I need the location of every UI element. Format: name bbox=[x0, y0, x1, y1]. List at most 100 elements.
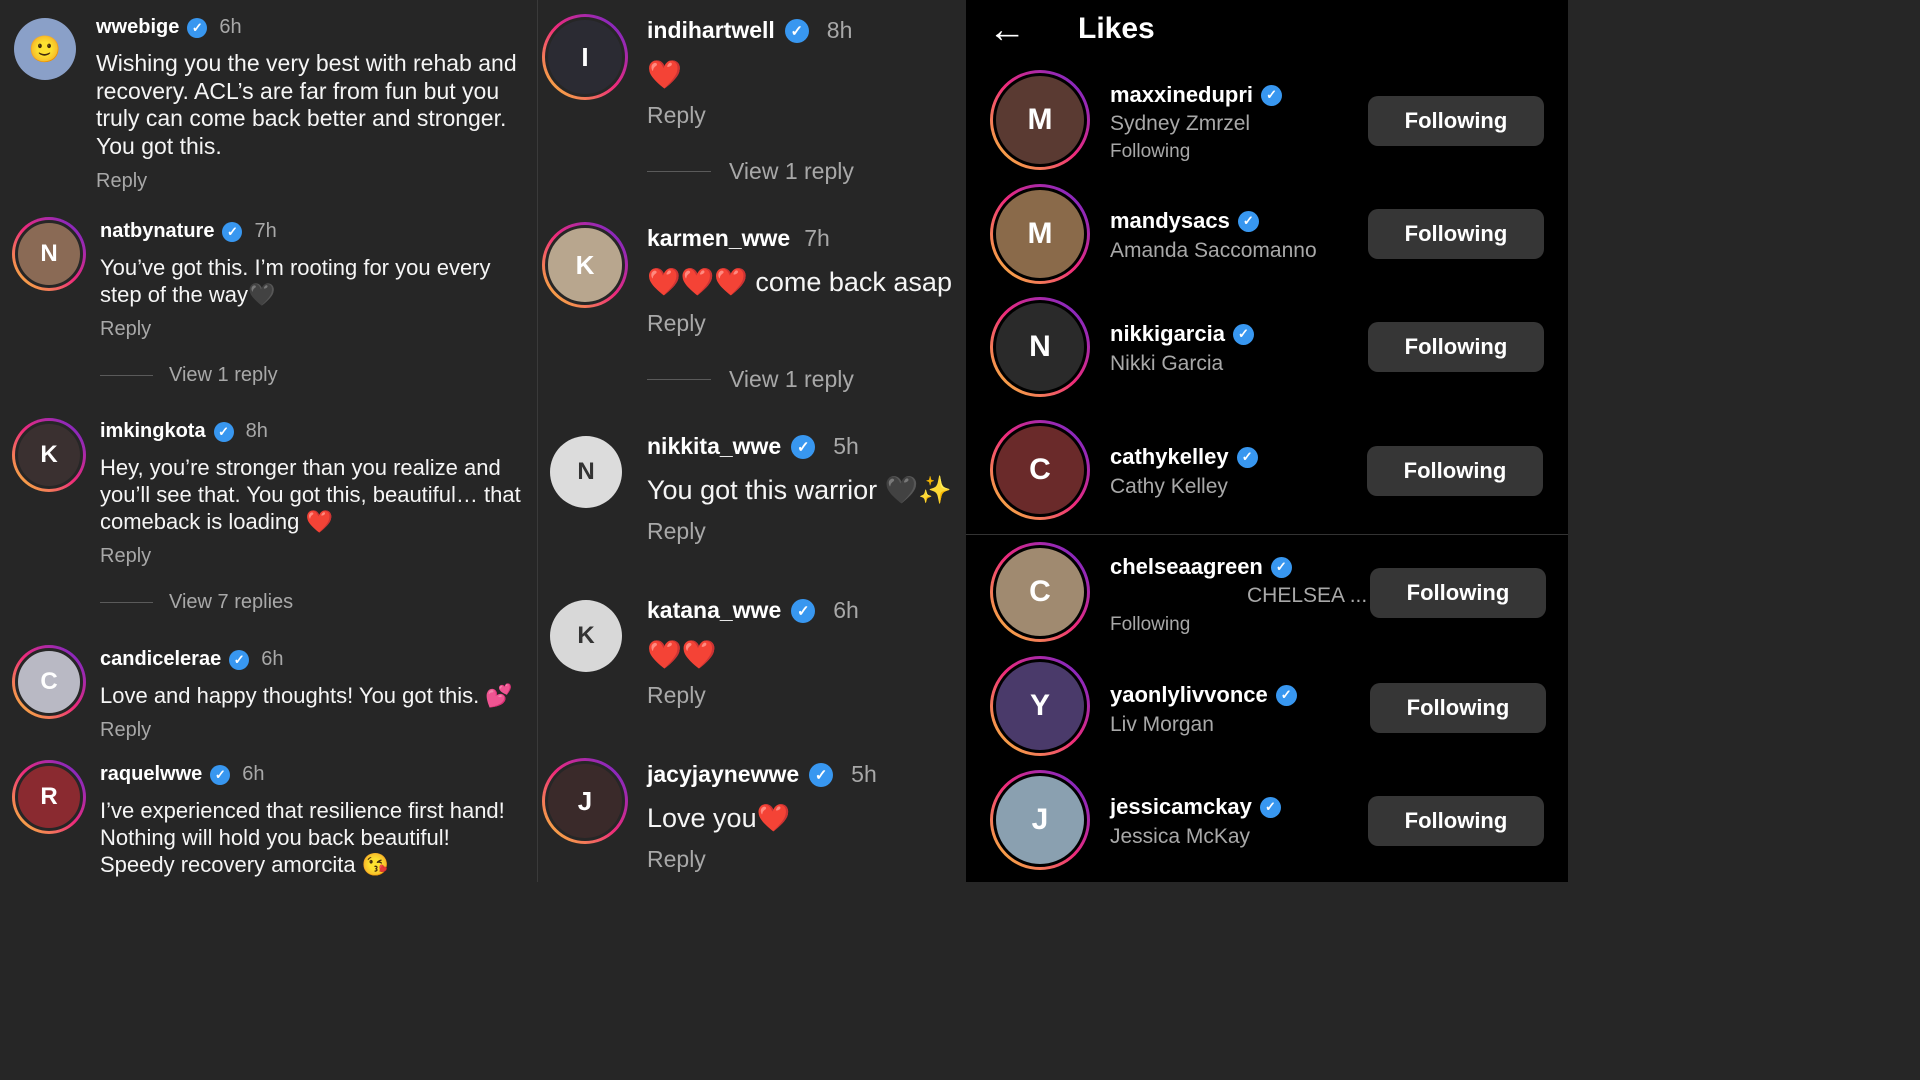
reply-button[interactable]: Reply bbox=[647, 682, 706, 709]
comment-username[interactable]: karmen_wwe bbox=[647, 225, 790, 252]
view-replies-button[interactable]: View 1 reply bbox=[647, 366, 854, 393]
arrow-left-icon[interactable]: ← bbox=[988, 10, 1026, 50]
comment-header: indihartwell ✓ 8h bbox=[647, 17, 852, 44]
like-username[interactable]: yaonlylivvonce bbox=[1110, 682, 1268, 708]
comment-username[interactable]: raquelwwe bbox=[100, 763, 202, 786]
avatar[interactable]: K bbox=[12, 418, 86, 492]
like-full-name: Amanda Saccomanno bbox=[1110, 239, 1317, 262]
following-button[interactable]: Following bbox=[1367, 446, 1543, 496]
avatar[interactable]: N bbox=[550, 436, 622, 508]
reply-button[interactable]: Reply bbox=[100, 719, 151, 742]
like-full-name: Liv Morgan bbox=[1110, 713, 1214, 736]
like-username-row: nikkigarcia ✓ bbox=[1110, 321, 1254, 347]
comment-username[interactable]: wwebige bbox=[96, 16, 179, 39]
avatar[interactable]: I bbox=[542, 14, 628, 100]
comment-header: imkingkota ✓ 8h bbox=[100, 420, 268, 443]
like-username[interactable]: mandysacs bbox=[1110, 208, 1230, 234]
comment-username[interactable]: natbynature bbox=[100, 220, 214, 243]
like-full-name: Cathy Kelley bbox=[1110, 475, 1228, 498]
comment-username[interactable]: katana_wwe bbox=[647, 597, 781, 624]
likes-list-item[interactable]: C cathykelley ✓ Cathy Kelley Following bbox=[966, 420, 1568, 525]
view-replies-label: View 1 reply bbox=[729, 366, 854, 392]
avatar[interactable]: R bbox=[12, 760, 86, 834]
verified-badge-icon: ✓ bbox=[1232, 323, 1254, 345]
verified-badge-icon: ✓ bbox=[1275, 684, 1297, 706]
comment-header: candicelerae ✓ 6h bbox=[100, 648, 283, 671]
avatar[interactable]: K bbox=[550, 600, 622, 672]
comment-time: 7h bbox=[804, 225, 830, 251]
comment-username[interactable]: candicelerae bbox=[100, 648, 221, 671]
comment-header: nikkita_wwe ✓ 5h bbox=[647, 433, 859, 460]
likes-list-item[interactable]: M maxxinedupri ✓ Sydney Zmrzel Following… bbox=[966, 70, 1568, 175]
likes-list-item[interactable]: Y yaonlylivvonce ✓ Liv Morgan Following bbox=[966, 656, 1568, 761]
avatar[interactable]: N bbox=[990, 297, 1090, 397]
following-button[interactable]: Following bbox=[1368, 209, 1544, 259]
reply-button[interactable]: Reply bbox=[647, 846, 706, 873]
like-username-row: mandysacs ✓ bbox=[1110, 208, 1259, 234]
likes-list-item[interactable]: J jessicamckay ✓ Jessica McKay Following bbox=[966, 770, 1568, 875]
likes-list-item[interactable]: N nikkigarcia ✓ Nikki Garcia Following bbox=[966, 297, 1568, 402]
view-replies-label: View 1 reply bbox=[169, 364, 278, 386]
reply-button[interactable]: Reply bbox=[100, 318, 151, 341]
view-replies-label: View 1 reply bbox=[729, 158, 854, 184]
view-replies-button[interactable]: View 1 reply bbox=[100, 364, 278, 387]
avatar[interactable]: 🙂 bbox=[14, 18, 76, 80]
comment-username[interactable]: imkingkota bbox=[100, 420, 206, 443]
avatar[interactable]: M bbox=[990, 184, 1090, 284]
page-title: Likes bbox=[1078, 12, 1155, 45]
verified-badge-icon: ✓ bbox=[809, 762, 834, 787]
avatar[interactable]: Y bbox=[990, 656, 1090, 756]
verified-badge-icon: ✓ bbox=[791, 434, 816, 459]
reply-button[interactable]: Reply bbox=[647, 310, 706, 337]
comment-time: 8h bbox=[245, 420, 268, 442]
comment-username[interactable]: indihartwell bbox=[647, 17, 775, 44]
like-following-label: Following bbox=[1110, 614, 1191, 635]
avatar[interactable]: C bbox=[12, 645, 86, 719]
reply-button[interactable]: Reply bbox=[100, 545, 151, 568]
comments-column-middle: I indihartwell ✓ 8h ❤️ Reply View 1 repl… bbox=[538, 0, 966, 882]
like-username[interactable]: chelseaagreen bbox=[1110, 554, 1263, 580]
comment-text: ❤️❤️❤️ come back asap bbox=[647, 267, 952, 297]
avatar[interactable]: K bbox=[542, 222, 628, 308]
comment-text: ❤️❤️ bbox=[647, 639, 717, 670]
comment-time: 6h bbox=[219, 16, 242, 38]
like-username[interactable]: maxxinedupri bbox=[1110, 82, 1253, 108]
following-button[interactable]: Following bbox=[1370, 568, 1546, 618]
likes-list-item[interactable]: M mandysacs ✓ Amanda Saccomanno Followin… bbox=[966, 184, 1568, 289]
likes-list-item[interactable]: C chelseaagreen ✓ CHELSEA ... Following … bbox=[966, 542, 1568, 647]
avatar[interactable]: N bbox=[12, 217, 86, 291]
comment-username[interactable]: nikkita_wwe bbox=[647, 433, 781, 460]
like-username[interactable]: nikkigarcia bbox=[1110, 321, 1225, 347]
divider bbox=[100, 602, 153, 603]
avatar[interactable]: C bbox=[990, 542, 1090, 642]
following-button[interactable]: Following bbox=[1370, 683, 1546, 733]
comment-text: Hey, you’re stronger than you realize an… bbox=[100, 455, 521, 534]
following-button[interactable]: Following bbox=[1368, 96, 1544, 146]
view-replies-button[interactable]: View 7 replies bbox=[100, 591, 293, 614]
comment-time: 6h bbox=[242, 763, 265, 785]
like-username-row: cathykelley ✓ bbox=[1110, 444, 1258, 470]
like-full-name: Jessica McKay bbox=[1110, 825, 1251, 848]
like-username-row: jessicamckay ✓ bbox=[1110, 794, 1281, 820]
view-replies-label: View 7 replies bbox=[169, 591, 294, 613]
comment-text: Love and happy thoughts! You got this. 💕 bbox=[100, 683, 513, 708]
like-full-name: Nikki Garcia bbox=[1110, 352, 1224, 375]
like-username[interactable]: jessicamckay bbox=[1110, 794, 1252, 820]
view-replies-button[interactable]: View 1 reply bbox=[647, 158, 854, 185]
comment-time: 5h bbox=[851, 761, 877, 787]
like-username[interactable]: cathykelley bbox=[1110, 444, 1229, 470]
avatar[interactable]: J bbox=[542, 758, 628, 844]
reply-button[interactable]: Reply bbox=[647, 518, 706, 545]
reply-button[interactable]: Reply bbox=[96, 170, 147, 193]
avatar[interactable]: J bbox=[990, 770, 1090, 870]
following-button[interactable]: Following bbox=[1368, 322, 1544, 372]
reply-button[interactable]: Reply bbox=[647, 102, 706, 129]
comments-column-left: 🙂 wwebige ✓ 6h Wishing you the very best… bbox=[0, 0, 537, 882]
comment-username[interactable]: jacyjaynewwe bbox=[647, 761, 799, 788]
following-button[interactable]: Following bbox=[1368, 796, 1544, 846]
verified-badge-icon: ✓ bbox=[210, 764, 231, 785]
avatar[interactable]: M bbox=[990, 70, 1090, 170]
comment-time: 7h bbox=[254, 220, 277, 242]
comment-time: 6h bbox=[261, 648, 284, 670]
avatar[interactable]: C bbox=[990, 420, 1090, 520]
